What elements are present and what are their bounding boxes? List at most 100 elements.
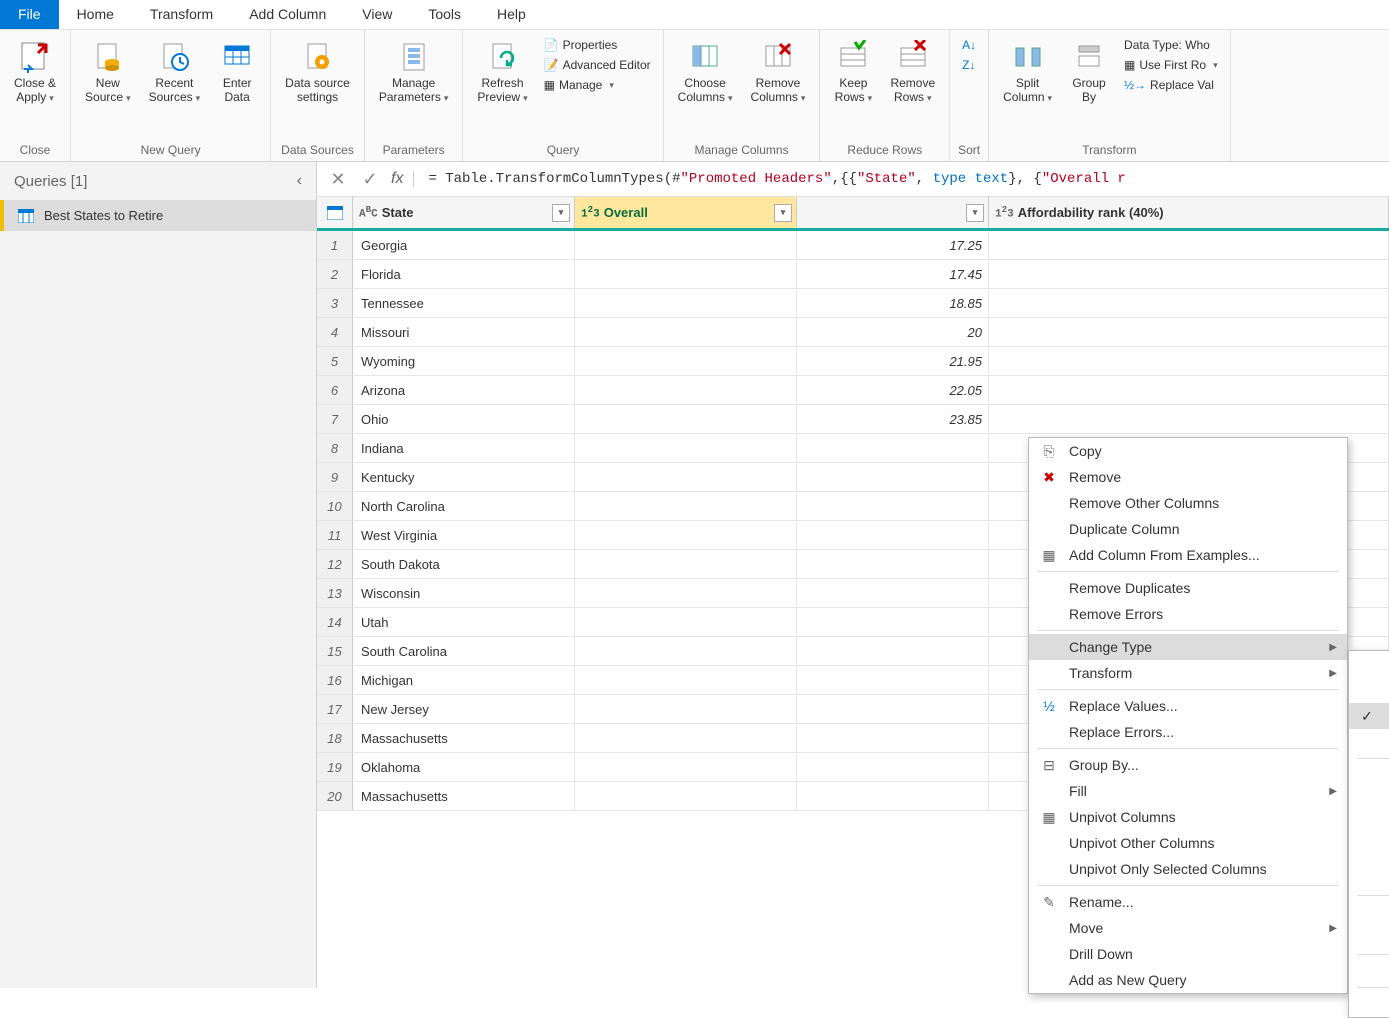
table-row[interactable]: 6Arizona22.05 <box>317 376 1389 405</box>
cell-affordability[interactable] <box>989 231 1389 259</box>
sm-text[interactable]: Text <box>1349 899 1389 925</box>
row-number[interactable]: 8 <box>317 434 353 462</box>
column-header-overall[interactable]: 123 Overall ▾ <box>575 197 797 228</box>
cell-state[interactable]: Indiana <box>353 434 575 462</box>
cell-overall[interactable] <box>575 550 797 578</box>
manage-parameters-button[interactable]: Manage Parameters <box>373 34 455 109</box>
table-row[interactable]: 3Tennessee18.85 <box>317 289 1389 318</box>
row-number[interactable]: 4 <box>317 318 353 346</box>
cell-overall[interactable] <box>575 376 797 404</box>
sm-datetime[interactable]: Date/Time <box>1349 762 1389 788</box>
cm-remove-duplicates[interactable]: Remove Duplicates <box>1029 575 1347 601</box>
data-type-button[interactable]: Data Type: Who <box>1124 36 1218 54</box>
row-number[interactable]: 14 <box>317 608 353 636</box>
cell-value[interactable]: 18.85 <box>797 289 989 317</box>
menu-view[interactable]: View <box>344 0 410 29</box>
formula-cancel-button[interactable]: ✕ <box>327 168 349 190</box>
cell-state[interactable]: Georgia <box>353 231 575 259</box>
cm-unpivot[interactable]: ▦Unpivot Columns <box>1029 804 1347 830</box>
collapse-queries-icon[interactable]: ‹ <box>297 172 302 190</box>
formula-accept-button[interactable]: ✓ <box>359 168 381 190</box>
column-filter-dropdown[interactable]: ▾ <box>552 204 570 222</box>
cell-overall[interactable] <box>575 724 797 752</box>
data-source-settings-button[interactable]: Data source settings <box>279 34 356 108</box>
column-header-hidden[interactable]: ▾ <box>797 197 989 228</box>
enter-data-button[interactable]: Enter Data <box>212 34 262 108</box>
cell-overall[interactable] <box>575 434 797 462</box>
row-number[interactable]: 7 <box>317 405 353 433</box>
row-number[interactable]: 11 <box>317 521 353 549</box>
row-number[interactable]: 9 <box>317 463 353 491</box>
cell-overall[interactable] <box>575 579 797 607</box>
cell-state[interactable]: Wyoming <box>353 347 575 375</box>
cm-replace-errors[interactable]: Replace Errors... <box>1029 719 1347 745</box>
row-number[interactable]: 16 <box>317 666 353 694</box>
cm-duplicate[interactable]: Duplicate Column <box>1029 516 1347 542</box>
table-row[interactable]: 4Missouri 20 <box>317 318 1389 347</box>
cm-copy[interactable]: ⎘Copy <box>1029 438 1347 464</box>
sm-date[interactable]: Date <box>1349 788 1389 814</box>
sm-fixed-decimal[interactable]: Fixed decimal number <box>1349 677 1389 703</box>
cm-replace-values[interactable]: ½Replace Values... <box>1029 693 1347 719</box>
cm-transform[interactable]: Transform▶ <box>1029 660 1347 686</box>
cell-state[interactable]: Wisconsin <box>353 579 575 607</box>
refresh-preview-button[interactable]: Refresh Preview <box>471 34 533 109</box>
sm-dtz[interactable]: Date/Time/Timezone <box>1349 840 1389 866</box>
cell-value[interactable]: 23.85 <box>797 405 989 433</box>
replace-values-button[interactable]: ½→Replace Val <box>1124 76 1218 94</box>
cell-value[interactable]: 21.95 <box>797 347 989 375</box>
use-first-row-button[interactable]: ▦Use First Ro <box>1124 56 1218 74</box>
cell-overall[interactable] <box>575 782 797 810</box>
cell-value[interactable] <box>797 492 989 520</box>
row-number[interactable]: 19 <box>317 753 353 781</box>
cell-overall[interactable] <box>575 347 797 375</box>
cell-value[interactable] <box>797 782 989 810</box>
menu-tools[interactable]: Tools <box>410 0 479 29</box>
cell-overall[interactable] <box>575 260 797 288</box>
cell-affordability[interactable] <box>989 318 1389 346</box>
cm-move[interactable]: Move▶ <box>1029 915 1347 941</box>
cell-affordability[interactable] <box>989 405 1389 433</box>
cell-overall[interactable] <box>575 289 797 317</box>
row-number[interactable]: 12 <box>317 550 353 578</box>
cell-affordability[interactable] <box>989 260 1389 288</box>
group-by-button[interactable]: Group By <box>1064 34 1114 108</box>
cell-state[interactable]: Massachusetts <box>353 724 575 752</box>
cell-value[interactable] <box>797 463 989 491</box>
row-number[interactable]: 13 <box>317 579 353 607</box>
column-header-affordability[interactable]: 123 Affordability rank (40%) <box>989 197 1389 228</box>
row-number[interactable]: 20 <box>317 782 353 810</box>
menu-transform[interactable]: Transform <box>132 0 231 29</box>
row-number[interactable]: 15 <box>317 637 353 665</box>
cell-overall[interactable] <box>575 405 797 433</box>
sm-locale[interactable]: Using Locale... <box>1349 991 1389 1017</box>
cell-state[interactable]: Missouri <box>353 318 575 346</box>
cell-overall[interactable] <box>575 318 797 346</box>
cell-state[interactable]: New Jersey <box>353 695 575 723</box>
cell-state[interactable]: Massachusetts <box>353 782 575 810</box>
cell-value[interactable] <box>797 695 989 723</box>
cell-overall[interactable] <box>575 521 797 549</box>
cell-state[interactable]: Tennessee <box>353 289 575 317</box>
sort-asc-button[interactable]: A↓ <box>962 36 976 54</box>
new-source-button[interactable]: New Source <box>79 34 137 109</box>
cell-value[interactable] <box>797 753 989 781</box>
cell-affordability[interactable] <box>989 376 1389 404</box>
cell-state[interactable]: Michigan <box>353 666 575 694</box>
remove-rows-button[interactable]: Remove Rows <box>884 34 941 109</box>
menu-home[interactable]: Home <box>59 0 132 29</box>
manage-button[interactable]: ▦Manage <box>544 76 651 94</box>
remove-columns-button[interactable]: Remove Columns <box>745 34 812 109</box>
row-number[interactable]: 18 <box>317 724 353 752</box>
cell-overall[interactable] <box>575 637 797 665</box>
column-filter-dropdown[interactable]: ▾ <box>774 204 792 222</box>
cell-overall[interactable] <box>575 463 797 491</box>
cell-value[interactable]: 20 <box>797 318 989 346</box>
advanced-editor-button[interactable]: 📝Advanced Editor <box>544 56 651 74</box>
cell-overall[interactable] <box>575 666 797 694</box>
cell-value[interactable] <box>797 666 989 694</box>
query-item[interactable]: Best States to Retire <box>0 200 316 231</box>
sm-decimal[interactable]: Decimal Number <box>1349 651 1389 677</box>
cell-state[interactable]: Utah <box>353 608 575 636</box>
sm-whole-number[interactable]: ✓Whole Number <box>1349 703 1389 729</box>
